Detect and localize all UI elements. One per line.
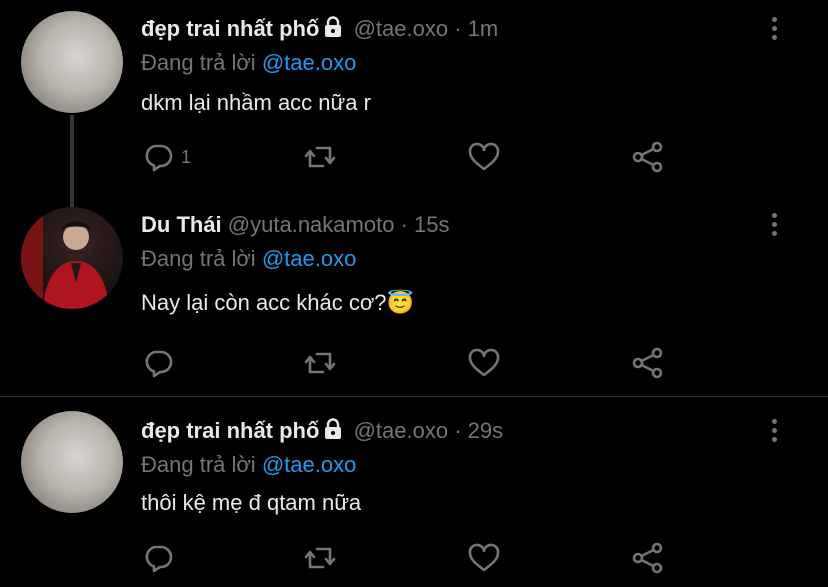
handle[interactable]: @tae.oxo	[354, 16, 449, 41]
tweet-header: Du Thái @yuta.nakamoto · 15s	[141, 212, 450, 238]
retweet-icon	[304, 146, 336, 168]
reply-button[interactable]	[141, 346, 181, 380]
avatar[interactable]	[21, 411, 123, 513]
heart-icon	[468, 142, 500, 171]
replying-to-label: Đang trả lời	[141, 246, 256, 271]
more-vertical-icon[interactable]	[764, 419, 784, 447]
divider	[0, 396, 828, 397]
avatar[interactable]	[21, 207, 123, 309]
avatar-figure	[21, 207, 109, 309]
tweet-actions	[141, 541, 681, 575]
replying-to: Đang trả lời @tae.oxo	[141, 50, 356, 76]
avatar[interactable]	[21, 11, 123, 113]
mention-link[interactable]: @tae.oxo	[262, 50, 357, 75]
tweet-text: dkm lại nhầm acc nữa r	[141, 90, 371, 115]
tweet-actions: 1	[141, 140, 681, 174]
retweet-icon	[304, 352, 336, 374]
like-button[interactable]	[467, 346, 501, 380]
display-name[interactable]: Du Thái	[141, 212, 222, 237]
separator-dot: ·	[400, 212, 408, 237]
tweet-text: Nay lại còn acc khác cơ?😇	[141, 290, 414, 315]
tweet-header: đẹp trai nhất phố @tae.oxo · 29s	[141, 418, 503, 446]
separator-dot: ·	[454, 16, 462, 41]
reply-icon	[145, 545, 173, 573]
mention-link[interactable]: @tae.oxo	[262, 246, 357, 271]
replying-to: Đang trả lời @tae.oxo	[141, 246, 356, 272]
reply-icon	[145, 144, 173, 172]
like-button[interactable]	[467, 140, 501, 174]
reply-icon	[145, 350, 173, 378]
more-vertical-icon[interactable]	[764, 213, 784, 241]
timestamp[interactable]: 15s	[414, 212, 449, 237]
retweet-button[interactable]	[303, 346, 337, 380]
retweet-button[interactable]	[303, 541, 337, 575]
share-icon	[632, 542, 663, 574]
retweet-icon	[304, 547, 336, 569]
replying-to: Đang trả lời @tae.oxo	[141, 452, 356, 478]
tweet-2[interactable]: Du Thái @yuta.nakamoto · 15s Đang trả lờ…	[0, 196, 828, 386]
separator-dot: ·	[454, 418, 462, 443]
replying-to-label: Đang trả lời	[141, 452, 256, 477]
replying-to-label: Đang trả lời	[141, 50, 256, 75]
share-icon	[632, 347, 663, 379]
display-name[interactable]: đẹp trai nhất phố	[141, 418, 319, 443]
like-button[interactable]	[467, 541, 501, 575]
reply-button[interactable]	[141, 541, 181, 575]
tweet-text: thôi kệ mẹ đ qtam nữa	[141, 490, 362, 515]
heart-icon	[468, 348, 500, 377]
share-button[interactable]	[631, 346, 665, 380]
tweet-actions	[141, 346, 681, 380]
more-vertical-icon[interactable]	[764, 17, 784, 45]
retweet-button[interactable]	[303, 140, 337, 174]
tweet-1[interactable]: đẹp trai nhất phố @tae.oxo · 1m Đang trả…	[0, 0, 828, 190]
timestamp[interactable]: 1m	[468, 16, 499, 41]
share-icon	[632, 141, 663, 173]
timestamp[interactable]: 29s	[468, 418, 503, 443]
share-button[interactable]	[631, 541, 665, 575]
heart-icon	[468, 543, 500, 572]
handle[interactable]: @yuta.nakamoto	[228, 212, 395, 237]
lock-icon	[323, 418, 343, 446]
display-name[interactable]: đẹp trai nhất phố	[141, 16, 319, 41]
reply-button[interactable]: 1	[141, 140, 191, 174]
tweet-3[interactable]: đẹp trai nhất phố @tae.oxo · 29s Đang tr…	[0, 398, 828, 587]
share-button[interactable]	[631, 140, 665, 174]
reply-count: 1	[181, 146, 192, 167]
mention-link[interactable]: @tae.oxo	[262, 452, 357, 477]
tweet-header: đẹp trai nhất phố @tae.oxo · 1m	[141, 16, 498, 44]
handle[interactable]: @tae.oxo	[354, 418, 449, 443]
lock-icon	[323, 16, 343, 44]
